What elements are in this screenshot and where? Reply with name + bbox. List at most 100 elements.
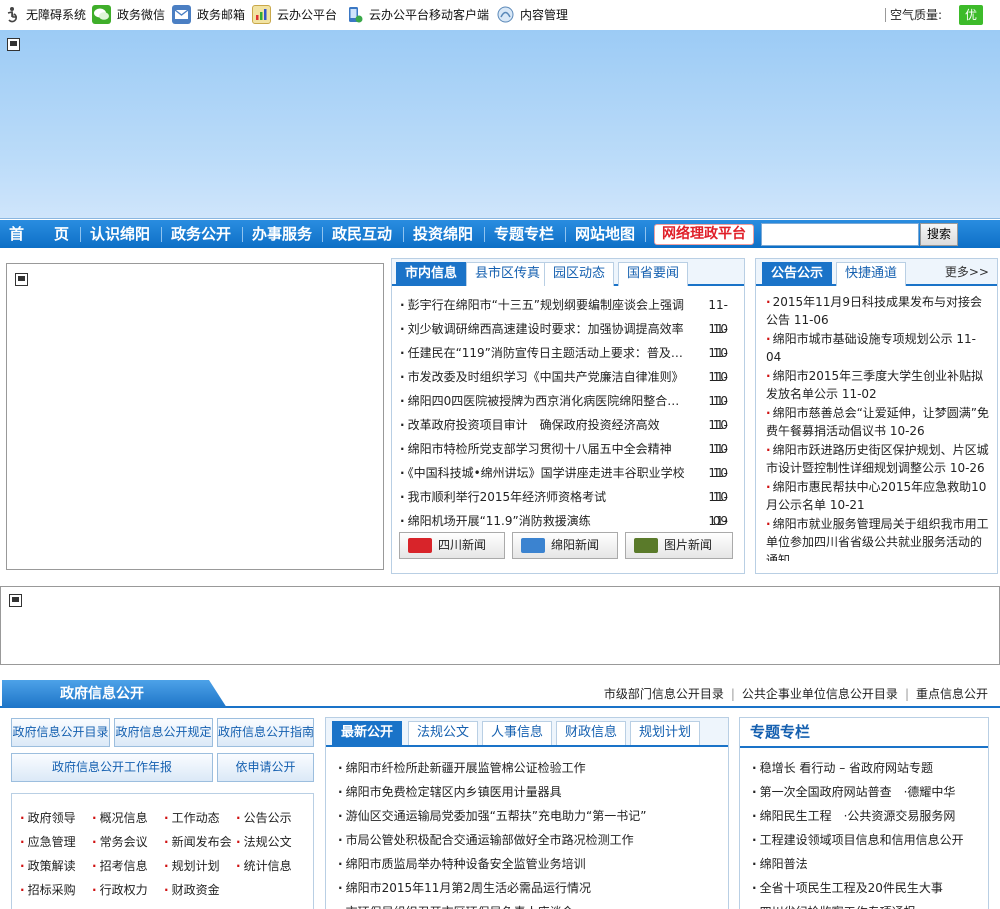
grid-link[interactable]: · 统计信息 <box>236 854 292 878</box>
nav-interaction[interactable]: 政民互动 <box>332 220 392 248</box>
photo-news-button[interactable]: 图片新闻 <box>625 532 733 559</box>
list-item[interactable]: 绵阳民生工程 ·公共资源交易服务网 <box>752 804 987 828</box>
cloud-office-icon[interactable] <box>252 5 271 24</box>
list-item[interactable]: · 绵阳市惠民帮扶中心2015年应急救助10月公示名单 10-21 <box>766 478 990 514</box>
news-list: 彭宇行在绵阳市“十三五”规划纲要编制座谈会上强调11-10 刘少敏调研绵西高速建… <box>400 293 728 552</box>
nav-services[interactable]: 办事服务 <box>252 220 312 248</box>
list-item[interactable]: 绵阳机场开展“11.9”消防救援演练11-09 <box>400 509 728 552</box>
wechat-link[interactable]: 政务微信 <box>117 5 165 25</box>
list-item[interactable]: 绵阳四0四医院被授牌为西京消化病医院绵阳整合医学11-10 <box>400 389 728 432</box>
list-item[interactable]: 四川省纪检监察工作专项通报 <box>752 900 987 909</box>
list-item[interactable]: · 绵阳市就业服务管理局关于组织我市用工单位参加四川省省级公共就业服务活动的通知 <box>766 515 990 561</box>
nav-about[interactable]: 认识绵阳 <box>90 220 150 248</box>
content-manage-link[interactable]: 内容管理 <box>520 5 568 25</box>
gov-info-title: 政府信息公开 <box>2 680 227 708</box>
gov-annual-report-button[interactable]: 政府信息公开工作年报 <box>11 753 213 782</box>
grid-link[interactable]: · 规划计划 <box>164 854 220 878</box>
list-item[interactable]: · 2015年11月9日科技成果发布与对接会公告 11-06 <box>766 293 990 329</box>
list-item[interactable]: 刘少敏调研绵西高速建设时要求：加强协调提高效率11-10 <box>400 317 728 360</box>
grid-link[interactable]: · 工作动态 <box>164 806 220 830</box>
tab-quick-access[interactable]: 快捷通道 <box>836 262 907 286</box>
list-item[interactable]: · 绵阳市跃进路历史街区保护规划、片区城市设计暨控制性详细规划调整公示 10-26 <box>766 441 990 477</box>
tab-latest[interactable]: 最新公开 <box>332 721 403 745</box>
list-item[interactable]: 第一次全国政府网站普查 ·德耀中华 <box>752 780 987 804</box>
news-panel: 市内信息 县市区传真 园区动态 国省要闻 彭宇行在绵阳市“十三五”规划纲要编制座… <box>391 258 745 574</box>
list-item[interactable]: · 绵阳市慈善总会“让爱延伸，让梦圆满”免费午餐募捐活动倡议书 10-26 <box>766 404 990 440</box>
tab-notices[interactable]: 公告公示 <box>762 262 833 286</box>
broken-image-icon <box>15 273 28 286</box>
list-item[interactable]: 市发改委及时组织学习《中国共产党廉洁自律准则》11-10 <box>400 365 728 408</box>
grid-link[interactable]: · 概况信息 <box>92 806 148 830</box>
list-item[interactable]: 彭宇行在绵阳市“十三五”规划纲要编制座谈会上强调11-10 <box>400 293 728 336</box>
list-item[interactable]: 全省十项民生工程及20件民生大事 <box>752 876 987 900</box>
tab-finance[interactable]: 财政信息 <box>556 721 627 745</box>
list-item[interactable]: 市环保局组织召开市区环保局负责人座谈会 <box>338 900 718 909</box>
cloud-office-link[interactable]: 云办公平台 <box>277 5 337 25</box>
grid-link[interactable]: · 财政资金 <box>164 878 220 902</box>
nav-invest[interactable]: 投资绵阳 <box>413 220 473 248</box>
grid-link[interactable]: · 新闻发布会 <box>164 830 232 854</box>
grid-link[interactable]: · 政策解读 <box>20 854 76 878</box>
list-item[interactable]: · 绵阳市2015年三季度大学生创业补贴拟发放名单公示 11-02 <box>766 367 990 403</box>
nav-gov-affairs[interactable]: 政务公开 <box>171 220 231 248</box>
list-item[interactable]: 绵阳市免费检定辖区内乡镇医用计量器具 <box>338 780 718 804</box>
gov-catalog-button[interactable]: 政府信息公开目录 <box>11 718 110 747</box>
key-info-link[interactable]: 重点信息公开 <box>916 687 988 701</box>
tab-planning[interactable]: 规划计划 <box>630 721 701 745</box>
mobile-client-link[interactable]: 云办公平台移动客户端 <box>369 5 489 25</box>
accessibility-link[interactable]: 无障碍系统 <box>26 5 86 25</box>
list-item[interactable]: 稳增长 看行动 – 省政府网站专题 <box>752 756 987 780</box>
nav-online-governance[interactable]: 网络理政平台 <box>654 224 754 245</box>
tab-national-news[interactable]: 国省要闻 <box>618 262 689 286</box>
tab-personnel[interactable]: 人事信息 <box>482 721 553 745</box>
tab-park-news[interactable]: 园区动态 <box>544 262 615 286</box>
grid-link[interactable]: · 法规公文 <box>236 830 292 854</box>
tab-regulations[interactable]: 法规公文 <box>408 721 479 745</box>
wechat-icon[interactable] <box>92 5 111 24</box>
mianyang-news-button[interactable]: 绵阳新闻 <box>512 532 618 559</box>
enterprise-catalog-link[interactable]: 公共企事业单位信息公开目录 <box>742 687 898 701</box>
grid-link[interactable]: · 应急管理 <box>20 830 76 854</box>
dept-catalog-link[interactable]: 市级部门信息公开目录 <box>604 687 724 701</box>
nav-topics[interactable]: 专题专栏 <box>494 220 554 248</box>
mail-link[interactable]: 政务邮箱 <box>197 5 245 25</box>
ad-banner[interactable] <box>0 586 1000 665</box>
featured-image-panel[interactable] <box>6 263 384 570</box>
list-item[interactable]: · 绵阳市城市基础设施专项规划公示 11-04 <box>766 330 990 366</box>
mail-icon[interactable] <box>172 5 191 24</box>
apply-disclosure-button[interactable]: 依申请公开 <box>217 753 314 782</box>
grid-link[interactable]: · 常务会议 <box>92 830 148 854</box>
list-item[interactable]: 绵阳市纤检所赴新疆开展监管棉公证检验工作 <box>338 756 718 780</box>
sichuan-news-button[interactable]: 四川新闻 <box>399 532 505 559</box>
list-item[interactable]: 游仙区交通运输局党委加强“五帮扶”充电助力“第一书记” <box>338 804 718 828</box>
tab-county-news[interactable]: 县市区传真 <box>466 262 550 286</box>
gov-guide-button[interactable]: 政府信息公开指南 <box>217 718 314 747</box>
tab-city-news[interactable]: 市内信息 <box>396 262 467 286</box>
nav-sitemap[interactable]: 网站地图 <box>575 220 635 248</box>
more-link[interactable]: 更多>> <box>945 263 989 280</box>
list-item[interactable]: 绵阳市2015年11月第2周生活必需品运行情况 <box>338 876 718 900</box>
gov-category-grid: · 政府领导 · 概况信息 · 工作动态 · 公告公示 · 应急管理 · 常务会议 · 新闻发… <box>11 793 314 909</box>
content-manage-icon[interactable] <box>496 5 515 24</box>
gov-rules-button[interactable]: 政府信息公开规定 <box>114 718 213 747</box>
list-item[interactable]: 任建民在“119”消防宣传日主题活动上要求：普及消防知识11-10 <box>400 341 728 384</box>
list-item[interactable]: 改革政府投资项目审计 确保政府投资经济高效11-10 <box>400 413 728 456</box>
notice-panel: 公告公示 快捷通道 更多>> · 2015年11月9日科技成果发布与对接会公告 1… <box>755 258 998 574</box>
grid-link[interactable]: · 政府领导 <box>20 806 76 830</box>
nav-home[interactable]: 首 页 <box>9 220 69 248</box>
search-input[interactable] <box>761 223 919 246</box>
list-item[interactable]: 市局公管处积极配合交通运输部做好全市路况检测工作 <box>338 828 718 852</box>
mobile-client-icon[interactable] <box>345 5 364 24</box>
list-item[interactable]: 绵阳市质监局举办特种设备安全监管业务培训 <box>338 852 718 876</box>
list-item[interactable]: 绵阳市特检所党支部学习贯彻十八届五中全会精神11-10 <box>400 437 728 480</box>
list-item[interactable]: 《中国科技城•绵州讲坛》国学讲座走进丰谷职业学校11-10 <box>400 461 728 504</box>
list-item[interactable]: 工程建设领域项目信息和信用信息公开 <box>752 828 987 852</box>
grid-link[interactable]: · 行政权力 <box>92 878 148 902</box>
search-button[interactable]: 搜索 <box>920 223 958 246</box>
grid-link[interactable]: · 招标采购 <box>20 878 76 902</box>
grid-link[interactable]: · 招考信息 <box>92 854 148 878</box>
list-item[interactable]: 绵阳普法 <box>752 852 987 876</box>
list-item[interactable]: 我市顺利举行2015年经济师资格考试11-09 <box>400 485 728 528</box>
accessibility-icon[interactable] <box>3 5 22 24</box>
grid-link[interactable]: · 公告公示 <box>236 806 292 830</box>
